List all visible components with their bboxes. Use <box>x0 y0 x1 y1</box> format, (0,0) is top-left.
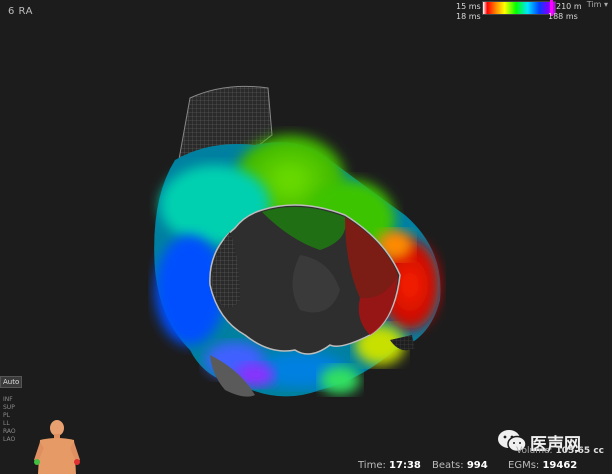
volume-value: 105.65 cc <box>555 446 604 456</box>
anatomy-map[interactable] <box>0 0 612 474</box>
view-pl[interactable]: PL <box>0 412 22 420</box>
time-readout: Time: 17:38 <box>358 460 421 471</box>
auto-view-button[interactable]: Auto <box>0 376 22 388</box>
volume-label: Volume: <box>516 446 553 456</box>
view-sup[interactable]: SUP <box>0 404 22 412</box>
egms-readout: EGMs: 19462 <box>508 460 577 471</box>
beats-value: 994 <box>466 460 488 471</box>
egms-value: 19462 <box>542 460 578 471</box>
egms-label: EGMs: <box>508 460 540 471</box>
beats-readout: Beats: 994 <box>432 460 488 471</box>
beats-label: Beats: <box>432 460 464 471</box>
time-label: Time: <box>358 460 386 471</box>
view-rao[interactable]: RAO <box>0 428 22 436</box>
view-inf[interactable]: INF <box>0 396 22 404</box>
status-bar: Time: 17:38 Beats: 994 EGMs: 19462 <box>0 457 612 474</box>
time-value: 17:38 <box>389 460 421 471</box>
view-panel: Auto INF SUP PL LL RAO LAO <box>0 376 22 444</box>
view-lao[interactable]: LAO <box>0 436 22 444</box>
volume-readout: Volume: 105.65 cc <box>516 446 604 456</box>
view-ll[interactable]: LL <box>0 420 22 428</box>
